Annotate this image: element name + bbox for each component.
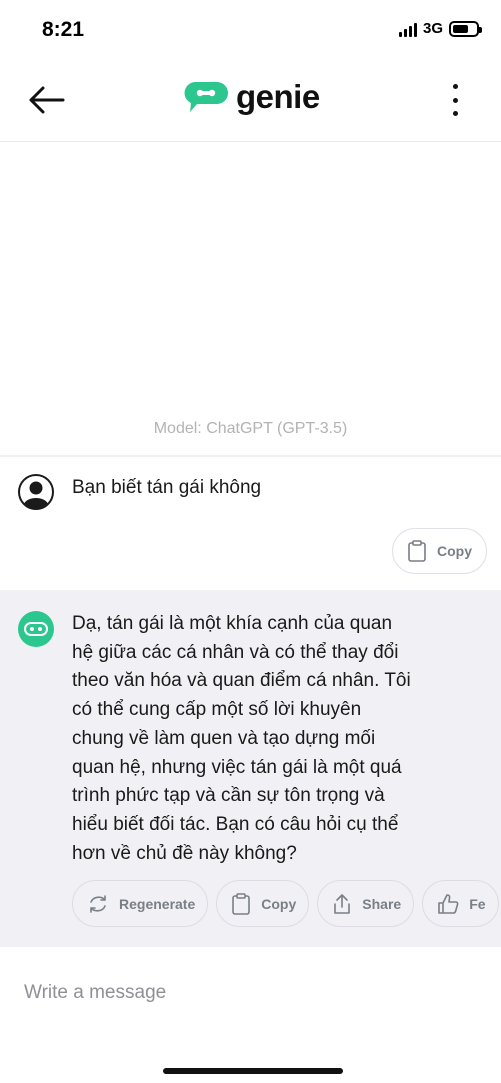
bot-line: Dạ, tán gái là một khía cạnh của quan xyxy=(72,613,393,634)
bot-line: hệ giữa các cá nhân và có thể thay đổi xyxy=(72,641,399,663)
logo-text: genie xyxy=(236,78,320,115)
app-header: genie xyxy=(0,62,501,142)
feedback-button[interactable]: Fe xyxy=(422,880,499,927)
bot-message: Dạ, tán gái là một khía cạnh của quan hệ… xyxy=(0,590,501,947)
refresh-icon xyxy=(90,894,106,913)
clipboard-icon xyxy=(232,892,251,915)
status-time: 8:21 xyxy=(42,18,85,41)
bot-line: có thể cung cấp một số lời khuyên xyxy=(72,699,362,721)
bot-line: trình phức tạp và cần sự tôn trọng và xyxy=(72,785,385,807)
regenerate-label: Regenerate xyxy=(119,895,196,912)
bot-line: chung về làm quen và tạo dựng mối xyxy=(72,727,376,749)
app-logo: genie xyxy=(182,78,320,116)
regenerate-button[interactable]: Regenerate xyxy=(72,880,209,927)
copy-label: Copy xyxy=(261,895,297,912)
status-indicators: 3G xyxy=(398,20,482,37)
model-label: Model: ChatGPT (GPT-3.5) xyxy=(153,420,348,437)
message-input[interactable] xyxy=(24,977,474,1009)
bot-line: hiểu biết đối tác. Bạn có câu hỏi cụ thể xyxy=(72,813,399,835)
arrow-left-icon xyxy=(29,86,65,114)
bot-message-text: Dạ, tán gái là một khía cạnh của quan hệ… xyxy=(72,610,482,868)
clipboard-icon xyxy=(408,540,426,562)
copy-button[interactable]: Copy xyxy=(216,880,310,927)
bot-line: hơn về chủ đề này không? xyxy=(72,842,297,864)
bot-avatar-icon xyxy=(18,611,54,647)
user-avatar-icon xyxy=(18,474,54,510)
feedback-label: Fe xyxy=(469,895,486,912)
more-options-button[interactable] xyxy=(445,80,465,120)
message-actions: Regenerate Copy Share Fe xyxy=(72,880,499,927)
user-message: Bạn biết tán gái không Copy xyxy=(0,457,501,590)
more-vertical-icon xyxy=(452,84,458,89)
bot-line: quan hệ, nhưng việc tán gái là một quá xyxy=(72,756,402,778)
share-label: Share xyxy=(362,895,402,912)
share-button[interactable]: Share xyxy=(317,880,415,927)
copy-label: Copy xyxy=(437,543,472,559)
composer xyxy=(0,947,501,1083)
share-icon xyxy=(334,893,351,914)
signal-icon xyxy=(398,21,417,37)
copy-button[interactable]: Copy xyxy=(392,528,487,574)
home-indicator xyxy=(163,1068,343,1074)
genie-logo-icon xyxy=(184,82,228,112)
back-button[interactable] xyxy=(24,80,68,120)
status-bar: 8:21 3G xyxy=(0,0,501,62)
user-message-text: Bạn biết tán gái không xyxy=(72,477,262,498)
thumbs-up-icon xyxy=(438,893,459,914)
bot-line: theo văn hóa và quan điểm cá nhân. Tôi xyxy=(72,670,411,692)
battery-icon xyxy=(449,20,482,37)
network-type: 3G xyxy=(422,20,443,37)
